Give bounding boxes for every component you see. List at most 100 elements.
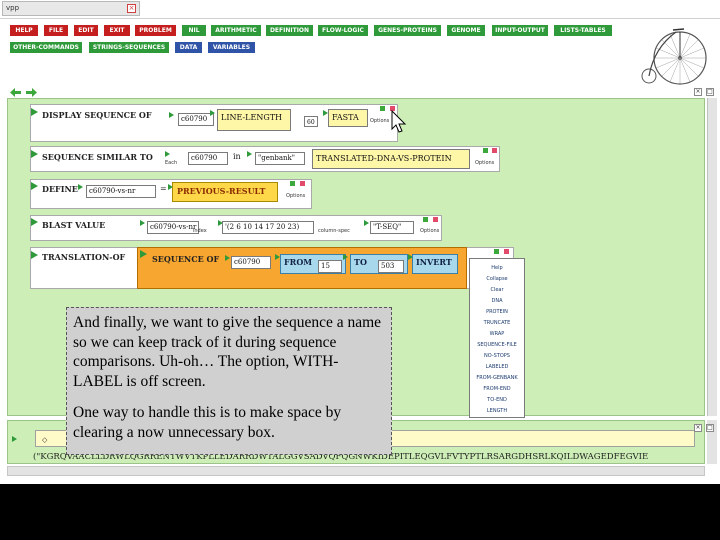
- status-ok-icon: [290, 181, 295, 186]
- back-arrow-icon[interactable]: [9, 87, 22, 98]
- blast-options-link[interactable]: Options: [420, 228, 439, 234]
- menu-definition[interactable]: DEFINITION: [266, 25, 313, 36]
- annotation-paragraph-1: And finally, we want to give the sequenc…: [73, 314, 382, 390]
- menu-file[interactable]: FILE: [44, 25, 68, 36]
- line-length-input[interactable]: 60: [304, 116, 318, 127]
- results-expand-icon[interactable]: □: [706, 424, 714, 432]
- run-similar-icon[interactable]: [31, 150, 38, 158]
- menu-nil[interactable]: NIL: [182, 25, 206, 36]
- blast-value-label: BLAST VALUE: [42, 220, 106, 230]
- previous-result-option[interactable]: PREVIOUS-RESULT: [172, 182, 278, 202]
- menu-item-length[interactable]: LENGTH: [470, 408, 524, 414]
- similar-seq-input[interactable]: c60790: [188, 152, 228, 165]
- display-sequence-label: DISPLAY SEQUENCE OF: [42, 110, 152, 120]
- menu-item-clear[interactable]: Clear: [470, 287, 524, 293]
- menu-exit[interactable]: EXIT: [104, 25, 130, 36]
- menu-strings-sequences[interactable]: STRINGS-SEQUENCES: [89, 42, 169, 53]
- each-tag: Each: [165, 160, 178, 166]
- arg-marker-icon: [78, 184, 83, 190]
- menu-data[interactable]: DATA: [175, 42, 202, 53]
- menu-item-labeled[interactable]: LABELED: [470, 364, 524, 370]
- menu-item-sequence-file[interactable]: SEQUENCE-FILE: [470, 342, 524, 348]
- to-value-input[interactable]: 503: [378, 260, 404, 273]
- run-sequence-of-icon[interactable]: [140, 250, 147, 258]
- horizontal-scrollbar[interactable]: [7, 466, 705, 476]
- window-title-tab[interactable]: vpp ×: [2, 1, 140, 16]
- run-define-icon[interactable]: [31, 182, 38, 190]
- invert-option[interactable]: INVERT: [412, 254, 458, 274]
- sequence-of-label: SEQUENCE OF: [152, 254, 220, 264]
- similar-options-link[interactable]: Options: [475, 160, 494, 166]
- status-ok-icon: [483, 148, 488, 153]
- menu-lists-tables[interactable]: LISTS-TABLES: [554, 25, 612, 36]
- translated-dna-option[interactable]: TRANSLATED-DNA-VS-PROTEIN: [312, 149, 470, 169]
- equals-sign: =: [160, 184, 167, 193]
- run-translation-icon[interactable]: [31, 251, 38, 259]
- menu-item-to-end[interactable]: TO-END: [470, 397, 524, 403]
- menu-other-commands[interactable]: OTHER-COMMANDS: [10, 42, 82, 53]
- delete-box-icon[interactable]: [492, 148, 497, 153]
- results-marker-icon: ◇: [42, 436, 48, 444]
- forward-arrow-icon[interactable]: [25, 87, 38, 98]
- line-length-option[interactable]: LINE-LENGTH: [217, 109, 291, 131]
- delete-box-icon[interactable]: [504, 249, 509, 254]
- arg-marker-icon: [169, 112, 174, 118]
- options-popup-menu[interactable]: Help Collapse Clear DNA PROTEIN TRUNCATE…: [469, 258, 525, 418]
- translation-seq-input[interactable]: c60790: [231, 256, 271, 269]
- close-icon[interactable]: ×: [127, 4, 136, 13]
- menu-genome[interactable]: GENOME: [447, 25, 485, 36]
- arg-marker-icon: [343, 254, 348, 260]
- delete-box-icon[interactable]: [433, 217, 438, 222]
- blast-var-input[interactable]: c60790-vs-nr: [147, 221, 199, 234]
- to-label: TO: [354, 257, 367, 267]
- arg-marker-icon: [247, 151, 252, 157]
- annotation-callout: And finally, we want to give the sequenc…: [66, 307, 392, 455]
- menu-item-from-end[interactable]: FROM-END: [470, 386, 524, 392]
- menu-item-help[interactable]: Help: [470, 265, 524, 271]
- results-run-icon[interactable]: [12, 436, 17, 442]
- display-seq-input[interactable]: c60790: [178, 113, 214, 126]
- menu-item-protein[interactable]: PROTEIN: [470, 309, 524, 315]
- menu-item-no-stops[interactable]: NO-STOPS: [470, 353, 524, 359]
- menu-item-wrap[interactable]: WRAP: [470, 331, 524, 337]
- variable-name-input[interactable]: c60790-vs-nr: [86, 185, 156, 198]
- define-options-link[interactable]: Options: [286, 193, 305, 199]
- in-label: in: [233, 152, 241, 161]
- menu-input-output[interactable]: INPUT-OUTPUT: [492, 25, 548, 36]
- status-ok-icon: [423, 217, 428, 222]
- menu-item-from-genbank[interactable]: FROM-GENBANK: [470, 375, 524, 381]
- menu-variables[interactable]: VARIABLES: [208, 42, 255, 53]
- index-list-input[interactable]: '(2 6 10 14 17 20 23): [222, 221, 314, 234]
- menu-item-truncate[interactable]: TRUNCATE: [470, 320, 524, 326]
- workspace-close-icon[interactable]: ×: [694, 88, 702, 96]
- results-close-icon[interactable]: ×: [694, 424, 702, 432]
- translation-of-label: TRANSLATION-OF: [42, 252, 126, 262]
- from-value-input[interactable]: 15: [318, 260, 342, 273]
- arg-marker-icon: [165, 151, 170, 157]
- display-options-link[interactable]: Options: [370, 118, 389, 124]
- menu-edit[interactable]: EDIT: [74, 25, 98, 36]
- status-ok-icon: [494, 249, 499, 254]
- application-window: vpp × HELP FILE EDIT EXIT PROBLEM NIL AR…: [0, 0, 720, 484]
- vertical-scrollbar[interactable]: [707, 98, 717, 416]
- workspace-expand-icon[interactable]: □: [706, 88, 714, 96]
- sequence-similar-label: SEQUENCE SIMILAR TO: [42, 152, 153, 162]
- run-blast-icon[interactable]: [31, 218, 38, 226]
- status-ok-icon: [380, 106, 385, 111]
- menu-item-collapse[interactable]: Collapse: [470, 276, 524, 282]
- title-divider: [0, 18, 720, 19]
- column-spec-input[interactable]: "T-SEQ": [370, 221, 414, 234]
- database-input[interactable]: "genbank": [255, 152, 305, 165]
- menu-arithmetic[interactable]: ARITHMETIC: [211, 25, 261, 36]
- menu-genes-proteins[interactable]: GENES-PROTEINS: [374, 25, 441, 36]
- fasta-option[interactable]: FASTA: [328, 109, 368, 127]
- run-display-icon[interactable]: [31, 108, 38, 116]
- delete-box-icon[interactable]: [300, 181, 305, 186]
- from-label: FROM: [284, 257, 313, 267]
- menu-flow-logic[interactable]: FLOW-LOGIC: [318, 25, 368, 36]
- menu-item-dna[interactable]: DNA: [470, 298, 524, 304]
- penny-farthing-logo: [641, 28, 707, 85]
- menu-problem[interactable]: PROBLEM: [135, 25, 176, 36]
- menu-help[interactable]: HELP: [10, 25, 38, 36]
- arg-marker-icon: [140, 220, 145, 226]
